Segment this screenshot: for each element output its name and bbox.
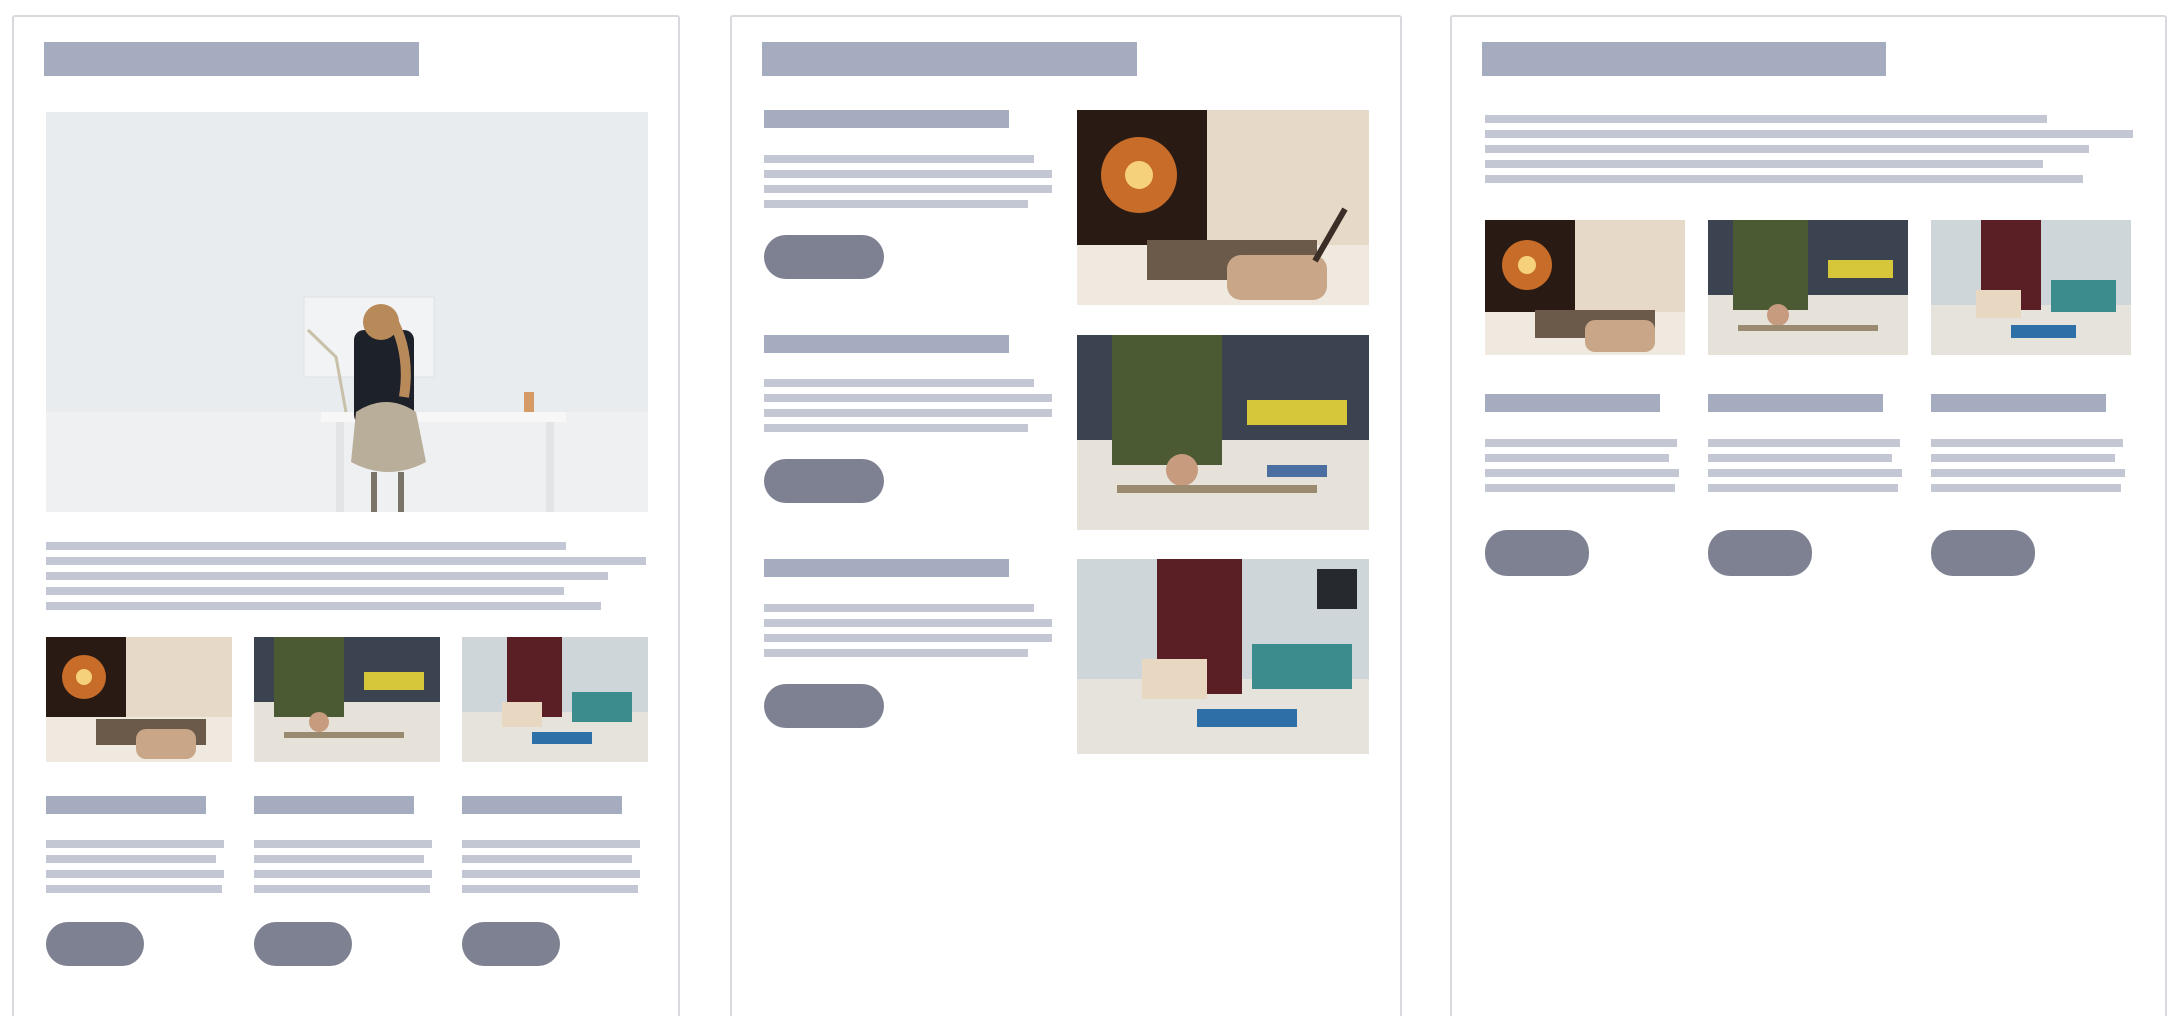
card-image-laptop xyxy=(1485,220,1685,355)
card-button[interactable] xyxy=(1485,530,1589,576)
column-image-laptop xyxy=(46,637,232,762)
text-line xyxy=(462,855,632,863)
text-line xyxy=(462,840,640,848)
text-line xyxy=(764,170,1052,178)
column-image-woodwork xyxy=(462,637,648,762)
row-button[interactable] xyxy=(764,235,884,279)
text-line xyxy=(764,619,1052,627)
card-button[interactable] xyxy=(1931,530,2035,576)
title-placeholder xyxy=(44,42,419,76)
column-button[interactable] xyxy=(254,922,352,966)
text-line xyxy=(764,379,1034,387)
row-image-craft xyxy=(1077,335,1369,530)
title-placeholder xyxy=(1482,42,1886,76)
text-line xyxy=(1485,115,2047,123)
text-line xyxy=(1708,439,1900,447)
text-line xyxy=(764,155,1034,163)
card-heading xyxy=(1708,394,1883,412)
card-heading xyxy=(1485,394,1660,412)
text-line xyxy=(764,634,1052,642)
text-line xyxy=(1485,145,2089,153)
row-heading xyxy=(764,559,1009,577)
row-image-laptop xyxy=(1077,110,1369,305)
text-line xyxy=(764,185,1052,193)
text-line xyxy=(254,840,432,848)
text-line xyxy=(764,604,1034,612)
text-line xyxy=(462,885,638,893)
text-line xyxy=(46,587,564,595)
text-line xyxy=(1931,454,2115,462)
template-panel-rows[interactable] xyxy=(730,15,1402,1016)
text-line xyxy=(1485,175,2083,183)
text-line xyxy=(1485,130,2133,138)
text-line xyxy=(254,855,424,863)
text-line xyxy=(1485,469,1679,477)
column-button[interactable] xyxy=(462,922,560,966)
text-line xyxy=(462,870,640,878)
text-line xyxy=(1708,454,1892,462)
card-heading xyxy=(1931,394,2106,412)
text-line xyxy=(46,885,222,893)
text-line xyxy=(46,870,224,878)
text-line xyxy=(1708,484,1898,492)
text-line xyxy=(1485,160,2043,168)
text-line xyxy=(764,424,1028,432)
row-heading xyxy=(764,110,1009,128)
text-line xyxy=(46,557,646,565)
text-line xyxy=(46,542,566,550)
hero-image xyxy=(46,112,648,512)
text-line xyxy=(1931,439,2123,447)
card-image-woodwork xyxy=(1931,220,2131,355)
text-line xyxy=(46,572,608,580)
text-line xyxy=(764,409,1052,417)
template-panel-hero[interactable] xyxy=(12,15,680,1016)
row-button[interactable] xyxy=(764,684,884,728)
column-heading xyxy=(254,796,414,814)
column-image-craft xyxy=(254,637,440,762)
text-line xyxy=(1485,484,1675,492)
title-placeholder xyxy=(762,42,1137,76)
text-line xyxy=(764,649,1028,657)
column-button[interactable] xyxy=(46,922,144,966)
row-button[interactable] xyxy=(764,459,884,503)
text-line xyxy=(1931,484,2121,492)
card-button[interactable] xyxy=(1708,530,1812,576)
text-line xyxy=(764,394,1052,402)
text-line xyxy=(1708,469,1902,477)
column-heading xyxy=(46,796,206,814)
text-line xyxy=(46,840,224,848)
card-image-craft xyxy=(1708,220,1908,355)
row-heading xyxy=(764,335,1009,353)
text-line xyxy=(254,870,432,878)
text-line xyxy=(1931,469,2125,477)
text-line xyxy=(1485,454,1669,462)
text-line xyxy=(46,855,216,863)
text-line xyxy=(764,200,1028,208)
text-line xyxy=(46,602,601,610)
column-heading xyxy=(462,796,622,814)
text-line xyxy=(254,885,430,893)
template-panel-cards[interactable] xyxy=(1450,15,2167,1016)
text-line xyxy=(1485,439,1677,447)
row-image-woodwork xyxy=(1077,559,1369,754)
